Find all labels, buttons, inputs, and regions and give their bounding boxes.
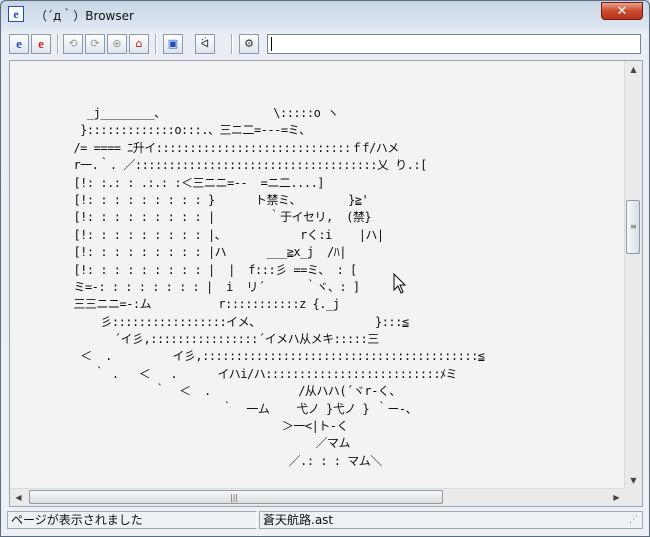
settings-button[interactable]: ⚙: [239, 34, 259, 54]
open-page-button[interactable]: e: [31, 34, 51, 54]
app-icon: e: [8, 6, 24, 22]
toolbar: e e ⟲ ⟳ ⊕ ⌂ ▣ ᐛ ⚙: [7, 32, 643, 58]
grip-icon: ≡: [630, 222, 637, 231]
windows-button[interactable]: ▣: [163, 34, 183, 54]
grip-icon: |||: [230, 493, 239, 502]
vertical-scroll-thumb[interactable]: ≡: [626, 200, 640, 254]
vertical-scrollbar[interactable]: ▲ ≡ ▼: [624, 61, 642, 489]
toolbar-separator: [155, 34, 157, 54]
scroll-down-arrow-icon[interactable]: ▼: [625, 472, 642, 489]
status-bar: ページが表示されました 蒼天航路.ast ⋰: [7, 511, 643, 529]
stop-button[interactable]: ⊕: [107, 34, 127, 54]
toolbar-separator: [57, 34, 59, 54]
page-viewport[interactable]: _j________、 \:::::o ヽ }:::::::::::::o:::…: [9, 60, 643, 507]
home-button[interactable]: ⌂: [129, 34, 149, 54]
scroll-up-arrow-icon[interactable]: ▲: [625, 61, 642, 78]
status-message: ページが表示されました: [7, 511, 257, 529]
new-window-button[interactable]: e: [9, 34, 29, 54]
title-bar[interactable]: e （´д｀）Browser ✕: [1, 1, 649, 29]
scroll-right-arrow-icon[interactable]: ▶: [608, 489, 625, 506]
horizontal-scroll-thumb[interactable]: |||: [29, 490, 443, 504]
face-button[interactable]: ᐛ: [195, 34, 215, 54]
back-button[interactable]: ⟲: [63, 34, 83, 54]
window-title: （´д｀）Browser: [35, 9, 134, 23]
text-caret: [271, 37, 272, 51]
scrollbar-corner: [625, 489, 642, 506]
forward-button[interactable]: ⟳: [85, 34, 105, 54]
scroll-left-arrow-icon[interactable]: ◀: [10, 489, 27, 506]
horizontal-scrollbar[interactable]: ◀ ||| ▶: [10, 488, 625, 506]
close-button[interactable]: ✕: [601, 2, 643, 20]
resize-grip-icon[interactable]: ⋰: [629, 515, 643, 529]
toolbar-separator: [231, 34, 233, 54]
browser-window: e （´д｀）Browser ✕ e e ⟲ ⟳ ⊕ ⌂ ▣ ᐛ ⚙ _j___…: [0, 0, 650, 537]
status-filename: 蒼天航路.ast: [259, 511, 643, 529]
ascii-art-content: _j________、 \:::::o ヽ }:::::::::::::o:::…: [73, 106, 485, 468]
mouse-cursor-icon: [393, 273, 407, 294]
address-input[interactable]: [267, 34, 641, 54]
